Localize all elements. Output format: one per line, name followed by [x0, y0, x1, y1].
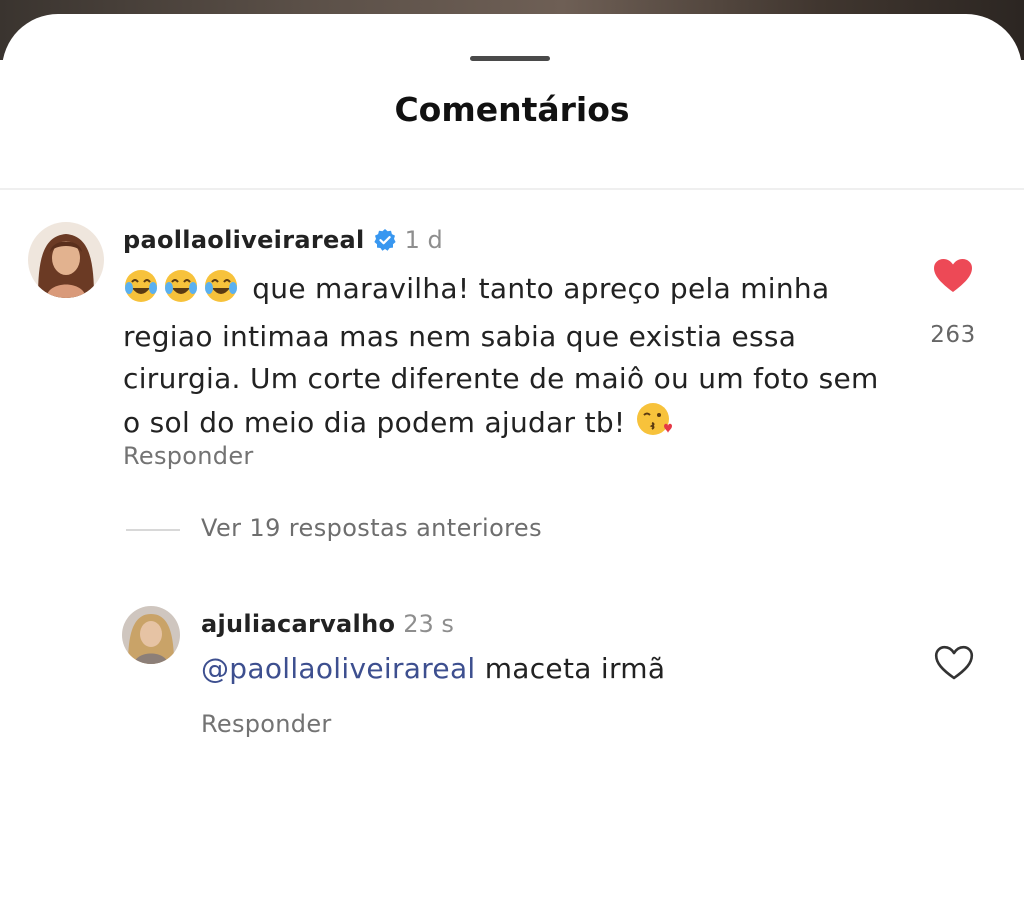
drag-handle[interactable] — [470, 56, 550, 61]
kissing-heart-emoji-icon — [635, 400, 673, 450]
comment-body: que maravilha! tanto apreço pela minha r… — [123, 268, 903, 450]
reply-text: maceta irmã — [484, 652, 666, 685]
laughing-tears-emoji-icon — [123, 268, 159, 316]
reply-header: ajuliacarvalho 23 s — [201, 610, 454, 638]
thread-line — [126, 529, 180, 531]
heart-filled-icon[interactable] — [933, 258, 973, 298]
reply-timestamp: 23 s — [403, 610, 454, 638]
reply-button[interactable]: Responder — [201, 710, 332, 738]
header-divider — [0, 188, 1024, 190]
reply-body: @paollaoliveirareal maceta irmã — [201, 652, 665, 685]
comment-header: paollaoliveirareal 1 d — [123, 226, 443, 254]
reply-username[interactable]: ajuliacarvalho — [201, 610, 395, 638]
like-count: 263 — [930, 322, 976, 348]
heart-outline-icon[interactable] — [934, 645, 974, 685]
avatar[interactable] — [122, 606, 180, 664]
mention-link[interactable]: @paollaoliveirareal — [201, 652, 475, 685]
view-previous-replies-button[interactable]: Ver 19 respostas anteriores — [201, 514, 542, 542]
comment-timestamp: 1 d — [404, 226, 443, 254]
sheet-title: Comentários — [394, 90, 630, 129]
laughing-tears-emoji-icon — [203, 268, 239, 316]
avatar[interactable] — [28, 222, 104, 298]
reply-button[interactable]: Responder — [123, 442, 254, 470]
laughing-tears-emoji-icon — [163, 268, 199, 316]
verified-badge-icon — [373, 228, 397, 252]
comment-username[interactable]: paollaoliveirareal — [123, 226, 365, 254]
